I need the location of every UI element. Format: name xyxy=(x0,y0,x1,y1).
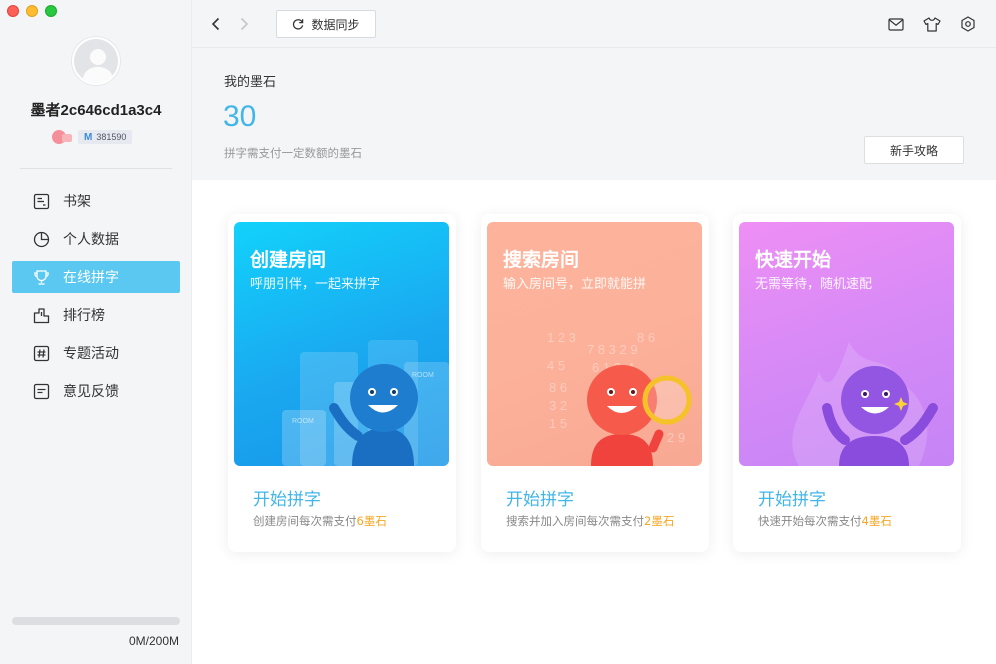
sidebar-item-label: 排行榜 xyxy=(63,308,105,324)
sidebar-divider xyxy=(20,168,172,169)
card-cost-text: 搜索并加入房间每次需支付2墨石 xyxy=(506,513,674,529)
storage-usage-text: 0M/200M xyxy=(128,634,179,648)
ink-stone-panel: 我的墨石 30 拼字需支付一定数额的墨石 新手攻略 xyxy=(192,48,996,180)
hashtag-icon xyxy=(32,344,50,362)
sidebar-item-label: 在线拼字 xyxy=(63,270,119,286)
quick-start-illustration: 快速开始 无需等待，随机速配 xyxy=(739,222,954,466)
data-sync-label: 数据同步 xyxy=(311,17,360,32)
sidebar-item-label: 意见反馈 xyxy=(63,384,119,400)
svg-text:2 9: 2 9 xyxy=(667,430,685,445)
zoom-window-button[interactable] xyxy=(45,5,57,17)
cost-value: 6墨石 xyxy=(356,514,387,528)
beginner-guide-button[interactable]: 新手攻略 xyxy=(864,136,964,164)
svg-text:ROOM: ROOM xyxy=(292,418,314,425)
sidebar: 墨者2c646cd1a3c4 M 381590 书架 个人数据 在线拼字 排行榜… xyxy=(0,0,192,664)
create-room-illustration: ROOM ROOM 创建房间 呼朋引伴，一起来拼字 xyxy=(234,222,449,466)
mail-icon xyxy=(888,17,904,31)
forward-button[interactable] xyxy=(234,14,254,34)
window-controls xyxy=(7,5,57,17)
sidebar-item-feedback[interactable]: 意见反馈 xyxy=(12,375,180,407)
trophy-icon xyxy=(32,268,50,286)
search-room-card[interactable]: 1 2 37 8 3 2 9 4 56 1 2 8 63 2 1 58 6 42… xyxy=(481,214,709,552)
card-cost-text: 创建房间每次需支付6墨石 xyxy=(253,513,387,529)
sidebar-item-label: 专题活动 xyxy=(63,346,119,362)
skin-button[interactable] xyxy=(922,14,942,34)
pie-chart-icon xyxy=(32,230,50,248)
back-button[interactable] xyxy=(206,14,226,34)
card-subtitle: 呼朋引伴，一起来拼字 xyxy=(250,277,381,292)
sidebar-item-special-events[interactable]: 专题活动 xyxy=(12,337,180,369)
start-spelling-button[interactable]: 开始拼字 xyxy=(506,485,574,510)
chevron-left-icon xyxy=(211,17,220,31)
user-badges: M 381590 xyxy=(52,130,133,144)
cost-prefix: 搜索并加入房间每次需支付 xyxy=(506,514,644,528)
username: 墨者2c646cd1a3c4 xyxy=(30,102,162,119)
card-subtitle: 输入房间号，立即就能拼 xyxy=(503,277,647,292)
cost-prefix: 快速开始每次需支付 xyxy=(758,514,862,528)
storage-progress-bar xyxy=(12,617,180,625)
feedback-icon xyxy=(32,382,50,400)
sidebar-item-personal-data[interactable]: 个人数据 xyxy=(12,223,180,255)
user-silhouette-icon xyxy=(82,49,114,83)
card-title: 创建房间 xyxy=(250,249,327,271)
refresh-icon xyxy=(293,19,304,30)
chevron-right-icon xyxy=(240,17,249,31)
cost-value: 4墨石 xyxy=(861,514,892,528)
bookshelf-icon xyxy=(32,192,50,210)
ink-stone-balance: 30 xyxy=(223,100,257,133)
close-window-button[interactable] xyxy=(7,5,19,17)
minimize-window-button[interactable] xyxy=(26,5,38,17)
avatar[interactable] xyxy=(72,37,120,85)
cost-prefix: 创建房间每次需支付 xyxy=(253,514,357,528)
sidebar-item-ranking[interactable]: 排行榜 xyxy=(12,299,180,331)
start-spelling-button[interactable]: 开始拼字 xyxy=(758,485,826,510)
sidebar-nav: 书架 个人数据 在线拼字 排行榜 专题活动 意见反馈 xyxy=(12,185,180,413)
svg-text:1 2 3: 1 2 3 xyxy=(547,330,576,345)
ink-m-icon: M xyxy=(84,131,93,143)
svg-text:8 6: 8 6 xyxy=(637,330,655,345)
svg-text:4 5: 4 5 xyxy=(547,358,565,373)
settings-icon xyxy=(961,16,975,32)
cost-value: 2墨石 xyxy=(644,514,675,528)
card-title: 搜索房间 xyxy=(503,249,580,271)
svg-text:7 8 3 2 9: 7 8 3 2 9 xyxy=(587,342,638,357)
card-subtitle: 无需等待，随机速配 xyxy=(755,277,873,292)
quick-start-card[interactable]: 快速开始 无需等待，随机速配 开始拼字 快速开始每次需支付4墨石 xyxy=(733,214,961,552)
toolbar: 数据同步 xyxy=(192,0,996,48)
ranking-icon xyxy=(32,306,50,324)
ink-id-badge: M 381590 xyxy=(78,130,133,144)
card-title: 快速开始 xyxy=(755,249,832,271)
svg-text:1 5: 1 5 xyxy=(549,416,567,431)
svg-text:8 6: 8 6 xyxy=(549,380,567,395)
mail-button[interactable] xyxy=(886,14,906,34)
ink-stone-title: 我的墨石 xyxy=(224,75,277,90)
sidebar-item-label: 个人数据 xyxy=(63,232,119,248)
svg-text:3 2: 3 2 xyxy=(549,398,567,413)
ink-id: 381590 xyxy=(96,132,127,142)
settings-button[interactable] xyxy=(958,14,978,34)
create-room-card[interactable]: ROOM ROOM 创建房间 呼朋引伴，一起来拼字 开始拼字 创建房间每次需支付… xyxy=(228,214,456,552)
svg-text:ROOM: ROOM xyxy=(412,372,434,379)
sidebar-item-label: 书架 xyxy=(63,194,91,210)
sidebar-item-bookshelf[interactable]: 书架 xyxy=(12,185,180,217)
level-badge-icon xyxy=(52,130,72,144)
search-room-illustration: 1 2 37 8 3 2 9 4 56 1 2 8 63 2 1 58 6 42… xyxy=(487,222,702,466)
sidebar-item-online-spelling[interactable]: 在线拼字 xyxy=(12,261,180,293)
shirt-icon xyxy=(923,16,941,32)
ink-stone-description: 拼字需支付一定数额的墨石 xyxy=(224,146,362,160)
data-sync-button[interactable]: 数据同步 xyxy=(276,10,376,38)
card-cost-text: 快速开始每次需支付4墨石 xyxy=(758,513,892,529)
start-spelling-button[interactable]: 开始拼字 xyxy=(253,485,321,510)
